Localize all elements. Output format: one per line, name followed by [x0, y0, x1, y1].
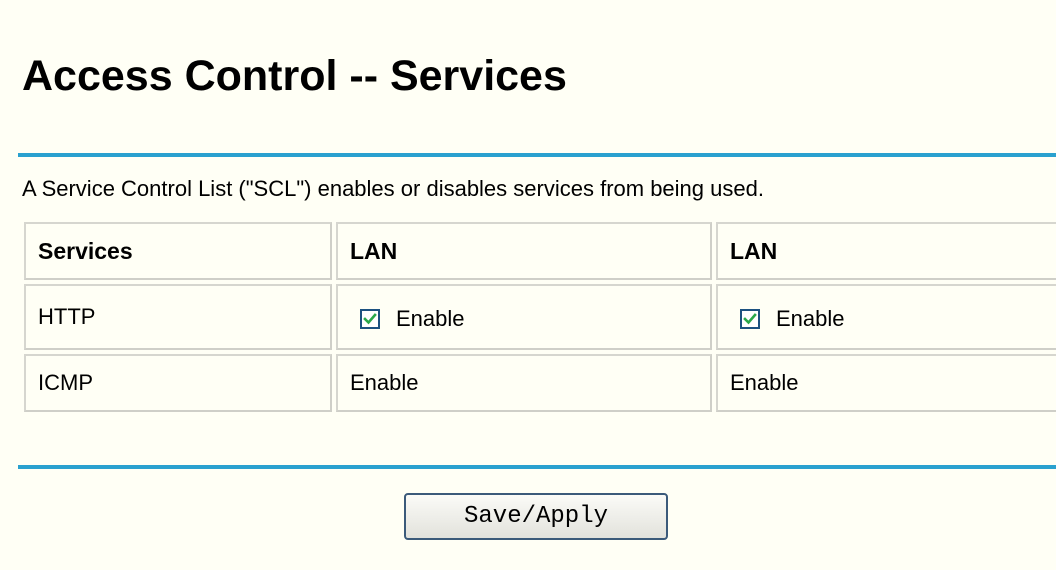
column-header-lan: LAN: [336, 222, 712, 280]
page-title: Access Control -- Services: [22, 52, 567, 100]
checkbox-label: Enable: [396, 305, 465, 331]
table-header-row: Services LAN LAN: [24, 222, 1056, 280]
service-control-table: Services LAN LAN HTTP Enable Enable ICMP…: [20, 218, 1056, 416]
table-row: HTTP Enable Enable: [24, 284, 1056, 350]
page-description: A Service Control List ("SCL") enables o…: [22, 176, 764, 201]
column-header-lan: LAN: [716, 222, 1056, 280]
lan-cell: Enable: [716, 284, 1056, 350]
lan-cell: Enable: [336, 284, 712, 350]
table-row: ICMP Enable Enable: [24, 354, 1056, 412]
column-header-services: Services: [24, 222, 332, 280]
lan-status-cell: Enable: [336, 354, 712, 412]
bottom-divider: [18, 465, 1056, 469]
service-name-cell: ICMP: [24, 354, 332, 412]
service-name-cell: HTTP: [24, 284, 332, 350]
http-lan-enable-checkbox[interactable]: [740, 308, 760, 329]
top-divider: [18, 153, 1056, 157]
checkmark-icon: [363, 312, 377, 324]
lan-status-cell: Enable: [716, 354, 1056, 412]
http-lan-enable-checkbox[interactable]: [360, 308, 380, 329]
save-apply-button[interactable]: Save/Apply: [404, 493, 668, 540]
checkmark-icon: [743, 312, 757, 324]
checkbox-label: Enable: [776, 305, 845, 331]
